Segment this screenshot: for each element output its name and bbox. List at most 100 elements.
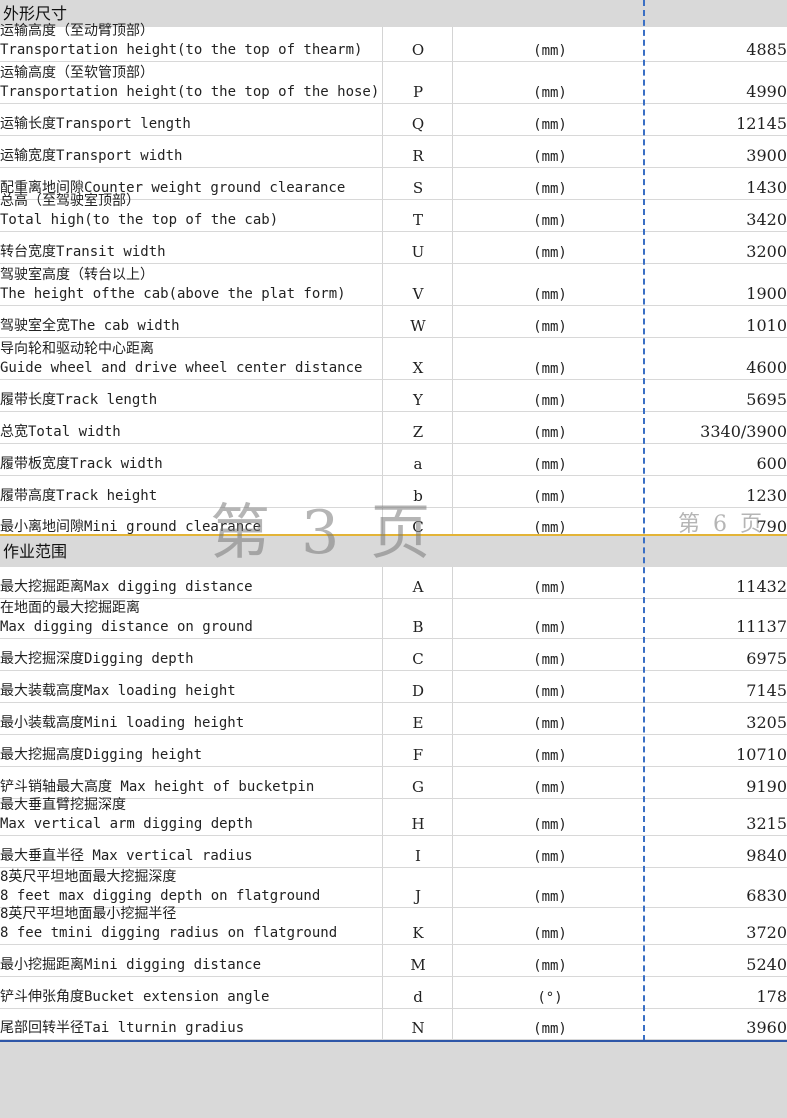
dimension-code[interactable]: d bbox=[404, 988, 432, 1006]
unit-cell[interactable]: (mm) bbox=[520, 1021, 580, 1037]
parameter-description[interactable]: 导向轮和驱动轮中心距离 Guide wheel and drive wheel c… bbox=[0, 340, 380, 378]
dimension-code[interactable]: U bbox=[404, 243, 432, 261]
table-row[interactable]: 运输长度Transport length Q (mm) 12145 bbox=[0, 104, 787, 136]
dimension-code[interactable]: X bbox=[404, 359, 432, 377]
unit-cell[interactable]: (mm) bbox=[520, 889, 580, 905]
dimension-code[interactable]: E bbox=[404, 714, 432, 732]
parameter-description[interactable]: 运输长度Transport length bbox=[0, 115, 380, 134]
section-header[interactable]: 作业范围 bbox=[0, 536, 787, 567]
value-cell[interactable]: 6975 bbox=[746, 649, 787, 668]
unit-cell[interactable]: (mm) bbox=[520, 181, 580, 197]
unit-cell[interactable]: (mm) bbox=[520, 393, 580, 409]
value-cell[interactable]: 12145 bbox=[736, 114, 787, 133]
table-row[interactable]: 履带高度Track height b (mm) 1230 bbox=[0, 476, 787, 508]
unit-cell[interactable]: (mm) bbox=[520, 43, 580, 59]
parameter-description[interactable]: 履带长度Track length bbox=[0, 391, 380, 410]
parameter-description[interactable]: 转台宽度Transit width bbox=[0, 243, 380, 262]
dimension-code[interactable]: J bbox=[404, 887, 432, 905]
value-cell[interactable]: 1230 bbox=[746, 486, 787, 505]
dimension-code[interactable]: Z bbox=[404, 423, 432, 441]
table-row[interactable]: 驾驶室全宽The cab width W (mm) 1010 bbox=[0, 306, 787, 338]
parameter-description[interactable]: 运输高度（至动臂顶部） Transportation height(to the … bbox=[0, 22, 380, 60]
parameter-description[interactable]: 最大装载高度Max loading height bbox=[0, 682, 380, 701]
parameter-description[interactable]: 在地面的最大挖掘距离 Max digging distance on ground bbox=[0, 599, 380, 637]
value-cell[interactable]: 4990 bbox=[746, 82, 787, 101]
value-cell[interactable]: 3720 bbox=[746, 923, 787, 942]
unit-cell[interactable]: (mm) bbox=[520, 620, 580, 636]
table-row[interactable]: 在地面的最大挖掘距离 Max digging distance on ground… bbox=[0, 599, 787, 639]
value-cell[interactable]: 1430 bbox=[746, 178, 787, 197]
table-row[interactable]: 8英尺平坦地面最大挖掘深度 8 feet max digging depth on… bbox=[0, 868, 787, 908]
parameter-description[interactable]: 最大垂直臂挖掘深度 Max vertical arm digging depth bbox=[0, 796, 380, 834]
value-cell[interactable]: 1900 bbox=[746, 284, 787, 303]
parameter-description[interactable]: 8英尺平坦地面最大挖掘深度 8 feet max digging depth on… bbox=[0, 868, 380, 906]
value-cell[interactable]: 6830 bbox=[746, 886, 787, 905]
unit-cell[interactable]: (mm) bbox=[520, 684, 580, 700]
unit-cell[interactable]: (mm) bbox=[520, 817, 580, 833]
table-row[interactable]: 铲斗销轴最大高度 Max height of bucketpin G (mm) 919… bbox=[0, 767, 787, 799]
table-row[interactable]: 总高（至驾驶室顶部） Total high(to the top of the c… bbox=[0, 193, 787, 232]
dimension-code[interactable]: I bbox=[404, 847, 432, 865]
table-row[interactable]: 驾驶室高度（转台以上） The height ofthe cab(above th… bbox=[0, 264, 787, 306]
dimension-code[interactable]: O bbox=[404, 41, 432, 59]
dimension-code[interactable]: K bbox=[404, 924, 432, 942]
dimension-code[interactable]: S bbox=[404, 179, 432, 197]
dimension-code[interactable]: T bbox=[404, 211, 432, 229]
value-cell[interactable]: 4600 bbox=[746, 358, 787, 377]
parameter-description[interactable]: 最大挖掘距离Max digging distance bbox=[0, 578, 380, 597]
value-cell[interactable]: 5695 bbox=[746, 390, 787, 409]
table-row[interactable]: 最大垂直半径 Max vertical radius I (mm) 9840 bbox=[0, 836, 787, 868]
table-row[interactable]: 最小挖掘距离Mini digging distance M (mm) 5240 bbox=[0, 945, 787, 977]
unit-cell[interactable]: (°) bbox=[520, 990, 580, 1006]
dimension-code[interactable]: a bbox=[404, 455, 432, 473]
value-cell[interactable]: 11137 bbox=[736, 617, 787, 636]
value-cell[interactable]: 9190 bbox=[746, 777, 787, 796]
table-row[interactable]: 履带板宽度Track width a (mm) 600 bbox=[0, 444, 787, 476]
unit-cell[interactable]: (mm) bbox=[520, 457, 580, 473]
dimension-code[interactable]: Q bbox=[404, 115, 432, 133]
value-cell[interactable]: 4885 bbox=[746, 40, 787, 59]
unit-cell[interactable]: (mm) bbox=[520, 85, 580, 101]
dimension-code[interactable]: b bbox=[404, 487, 432, 505]
dimension-code[interactable]: V bbox=[404, 285, 432, 303]
table-row[interactable]: 总宽Total width Z (mm) 3340/3900 bbox=[0, 412, 787, 444]
value-cell[interactable]: 9840 bbox=[746, 846, 787, 865]
value-cell[interactable]: 3215 bbox=[746, 814, 787, 833]
parameter-description[interactable]: 最大挖掘深度Digging depth bbox=[0, 650, 380, 669]
table-row[interactable]: 运输宽度Transport width R (mm) 3900 bbox=[0, 136, 787, 168]
unit-cell[interactable]: (mm) bbox=[520, 149, 580, 165]
parameter-description[interactable]: 尾部回转半径Tai lturnin gradius bbox=[0, 1019, 380, 1038]
parameter-description[interactable]: 最大挖掘高度Digging height bbox=[0, 746, 380, 765]
value-cell[interactable]: 600 bbox=[756, 454, 787, 473]
parameter-description[interactable]: 运输高度（至软管顶部） Transportation height(to the … bbox=[0, 64, 380, 102]
unit-cell[interactable]: (mm) bbox=[520, 652, 580, 668]
parameter-description[interactable]: 铲斗伸张角度Bucket extension angle bbox=[0, 988, 380, 1007]
dimension-code[interactable]: W bbox=[404, 317, 432, 335]
value-cell[interactable]: 5240 bbox=[746, 955, 787, 974]
parameter-description[interactable]: 8英尺平坦地面最小挖掘半径 8 fee tmini digging radius … bbox=[0, 905, 380, 943]
parameter-description[interactable]: 总高（至驾驶室顶部） Total high(to the top of the c… bbox=[0, 192, 380, 230]
dimension-code[interactable]: C bbox=[404, 650, 432, 668]
unit-cell[interactable]: (mm) bbox=[520, 245, 580, 261]
value-cell[interactable]: 11432 bbox=[736, 577, 787, 596]
parameter-description[interactable]: 铲斗销轴最大高度 Max height of bucketpin bbox=[0, 778, 380, 797]
unit-cell[interactable]: (mm) bbox=[520, 958, 580, 974]
table-row[interactable]: 最大装载高度Max loading height D (mm) 7145 bbox=[0, 671, 787, 703]
parameter-description[interactable]: 总宽Total width bbox=[0, 423, 380, 442]
parameter-description[interactable]: 履带板宽度Track width bbox=[0, 455, 380, 474]
value-cell[interactable]: 7145 bbox=[746, 681, 787, 700]
unit-cell[interactable]: (mm) bbox=[520, 361, 580, 377]
parameter-description[interactable]: 最小挖掘距离Mini digging distance bbox=[0, 956, 380, 975]
table-row[interactable]: 铲斗伸张角度Bucket extension angle d (°) 178 bbox=[0, 977, 787, 1009]
value-cell[interactable]: 3205 bbox=[746, 713, 787, 732]
unit-cell[interactable]: (mm) bbox=[520, 117, 580, 133]
value-cell[interactable]: 178 bbox=[756, 987, 787, 1006]
unit-cell[interactable]: (mm) bbox=[520, 489, 580, 505]
table-row[interactable]: 尾部回转半径Tai lturnin gradius N (mm) 3960 bbox=[0, 1009, 787, 1040]
dimension-code[interactable]: H bbox=[404, 815, 432, 833]
dimension-code[interactable]: P bbox=[404, 83, 432, 101]
value-cell[interactable]: 3900 bbox=[746, 146, 787, 165]
unit-cell[interactable]: (mm) bbox=[520, 716, 580, 732]
parameter-description[interactable]: 履带高度Track height bbox=[0, 487, 380, 506]
table-row[interactable]: 最小装载高度Mini loading height E (mm) 3205 bbox=[0, 703, 787, 735]
